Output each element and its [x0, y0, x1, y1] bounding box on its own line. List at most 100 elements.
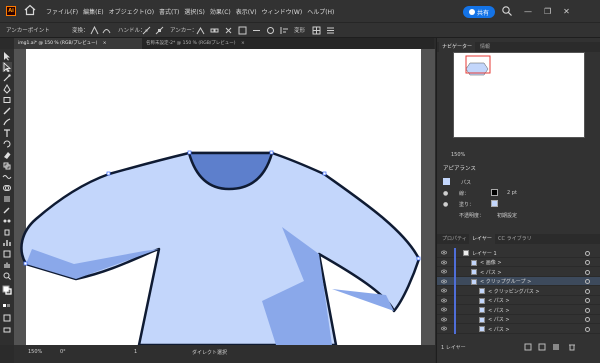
stroke-visibility-eye-icon[interactable]: ● [443, 190, 448, 197]
visibility-eye-icon[interactable] [441, 288, 447, 293]
visibility-eye-icon[interactable] [441, 326, 447, 331]
convert-corner-icon[interactable] [90, 26, 99, 35]
share-button[interactable]: 共有 [463, 6, 495, 18]
layer-row[interactable]: < パス > [437, 324, 600, 334]
zoom-level[interactable]: 150% [28, 349, 42, 355]
layer-name[interactable]: レイヤー 1 [472, 250, 497, 257]
anchor-point[interactable] [322, 171, 327, 176]
anchor-align-icon[interactable] [238, 26, 247, 35]
layer-name[interactable]: < パス > [488, 326, 510, 333]
visibility-eye-icon[interactable] [441, 269, 447, 274]
tab-cc-libraries[interactable]: CC ライブラリ [495, 234, 535, 244]
layer-name[interactable]: < クリップグループ > [480, 278, 531, 285]
tab-close-icon[interactable]: × [241, 41, 245, 46]
visibility-eye-icon[interactable] [441, 307, 447, 312]
layer-target-icon[interactable] [585, 279, 590, 284]
visibility-eye-icon[interactable] [441, 260, 447, 265]
pencil-tool-icon[interactable] [2, 106, 12, 116]
tab-layers[interactable]: レイヤー [469, 234, 495, 244]
fill-stroke-swatch-icon[interactable] [2, 285, 12, 295]
menu-window[interactable]: ウィンドウ(W) [262, 7, 303, 16]
layer-name[interactable]: < パス > [488, 316, 510, 323]
visibility-eye-icon[interactable] [441, 298, 447, 303]
eraser-tool-icon[interactable] [2, 150, 12, 160]
anchor-point[interactable] [416, 256, 421, 261]
warp-tool-icon[interactable] [2, 172, 12, 182]
symbol-sprayer-tool-icon[interactable] [2, 227, 12, 237]
maximize-button[interactable]: ❐ [544, 7, 551, 16]
menu-effect[interactable]: 効果(C) [210, 7, 231, 16]
stroke-weight-value[interactable]: 2 pt [507, 190, 517, 196]
layer-row[interactable]: < クリップグループ > [437, 276, 600, 286]
transform-grid-icon[interactable] [312, 26, 321, 35]
visibility-eye-icon[interactable] [441, 279, 447, 284]
gradient-tool-icon[interactable] [2, 194, 12, 204]
layer-target-icon[interactable] [585, 250, 590, 256]
tab-navigator[interactable]: ナビゲーター [439, 42, 476, 52]
handle-icon-2[interactable] [155, 26, 164, 35]
tab-img1[interactable]: img1.ai* @ 150 % (RGB/プレビュー) × [14, 38, 142, 49]
rotate-tool-icon[interactable] [2, 139, 12, 149]
tab-close-icon[interactable]: × [103, 41, 107, 46]
fill-visibility-eye-icon[interactable]: ● [443, 201, 448, 208]
shape-builder-tool-icon[interactable] [2, 183, 12, 193]
navigator-zoom[interactable]: 150% [451, 152, 465, 158]
menu-type[interactable]: 書式(T) [159, 7, 179, 16]
menu-object[interactable]: オブジェクト(O) [109, 7, 154, 16]
new-sublayer-icon[interactable] [524, 343, 532, 351]
layer-name[interactable]: < パス > [488, 297, 510, 304]
eyedropper-tool-icon[interactable] [2, 205, 12, 215]
screen-mode-icon[interactable] [2, 325, 12, 335]
layer-name[interactable]: < 画像 > [480, 259, 502, 266]
layer-name[interactable]: < パス > [488, 307, 510, 314]
scale-tool-icon[interactable] [2, 161, 12, 171]
isolate-icon[interactable] [266, 26, 275, 35]
clipping-mask-icon[interactable] [553, 344, 559, 350]
align-icon[interactable] [280, 26, 289, 35]
menu-help[interactable]: ヘルプ(H) [307, 7, 334, 16]
layer-target-icon[interactable] [585, 326, 590, 332]
tab-untitled-2[interactable]: 名称未設定-2* @ 150 % (RGB/プレビュー) × [142, 38, 258, 49]
artboard-number[interactable]: 1 [134, 349, 137, 355]
color-mode-icon[interactable] [2, 301, 12, 311]
convert-smooth-icon[interactable] [102, 26, 111, 35]
type-tool-icon[interactable] [2, 128, 12, 138]
canvas-area[interactable] [14, 49, 435, 345]
layer-target-icon[interactable] [585, 298, 590, 303]
direct-selection-tool-icon[interactable] [2, 62, 12, 72]
menu-edit[interactable]: 編集(E) [83, 7, 103, 16]
pen-tool-icon[interactable] [2, 84, 12, 94]
anchor-point[interactable] [23, 261, 28, 266]
anchor-remove-icon[interactable] [196, 26, 205, 35]
magic-wand-tool-icon[interactable] [2, 73, 12, 83]
menu-select[interactable]: 選択(S) [184, 7, 205, 16]
new-layer-icon[interactable] [538, 343, 546, 351]
zoom-tool-icon[interactable] [2, 271, 12, 281]
rotation-value[interactable]: 0° [60, 349, 66, 355]
layer-name[interactable]: < パス > [480, 269, 502, 276]
home-icon[interactable] [24, 4, 36, 16]
layer-row[interactable]: < 画像 > [437, 257, 600, 267]
visibility-eye-icon[interactable] [441, 317, 447, 322]
handle-icon-1[interactable] [142, 26, 151, 35]
rectangle-tool-icon[interactable] [2, 95, 12, 105]
layer-target-icon[interactable] [585, 260, 590, 265]
layer-target-icon[interactable] [585, 288, 590, 294]
fill-swatch[interactable] [491, 200, 498, 207]
hand-tool-icon[interactable] [2, 260, 12, 270]
artboard[interactable] [14, 49, 435, 345]
minimize-button[interactable]: — [524, 7, 532, 16]
layer-row[interactable]: < パス > [437, 267, 600, 277]
anchor-distribute-icon[interactable] [252, 26, 261, 35]
layer-row[interactable]: < パス > [437, 295, 600, 305]
control-bar-menu-icon[interactable] [326, 26, 335, 35]
search-icon[interactable] [501, 5, 513, 17]
anchor-connect-icon[interactable] [210, 26, 219, 35]
close-window-button[interactable]: ✕ [563, 7, 570, 16]
artboard-tool-icon[interactable] [2, 249, 12, 259]
layer-target-icon[interactable] [585, 317, 590, 322]
drawing-mode-icon[interactable] [2, 313, 12, 323]
layer-row[interactable]: < パス > [437, 314, 600, 324]
transform-label[interactable]: 変形 [294, 26, 305, 34]
brush-tool-icon[interactable] [2, 117, 12, 127]
